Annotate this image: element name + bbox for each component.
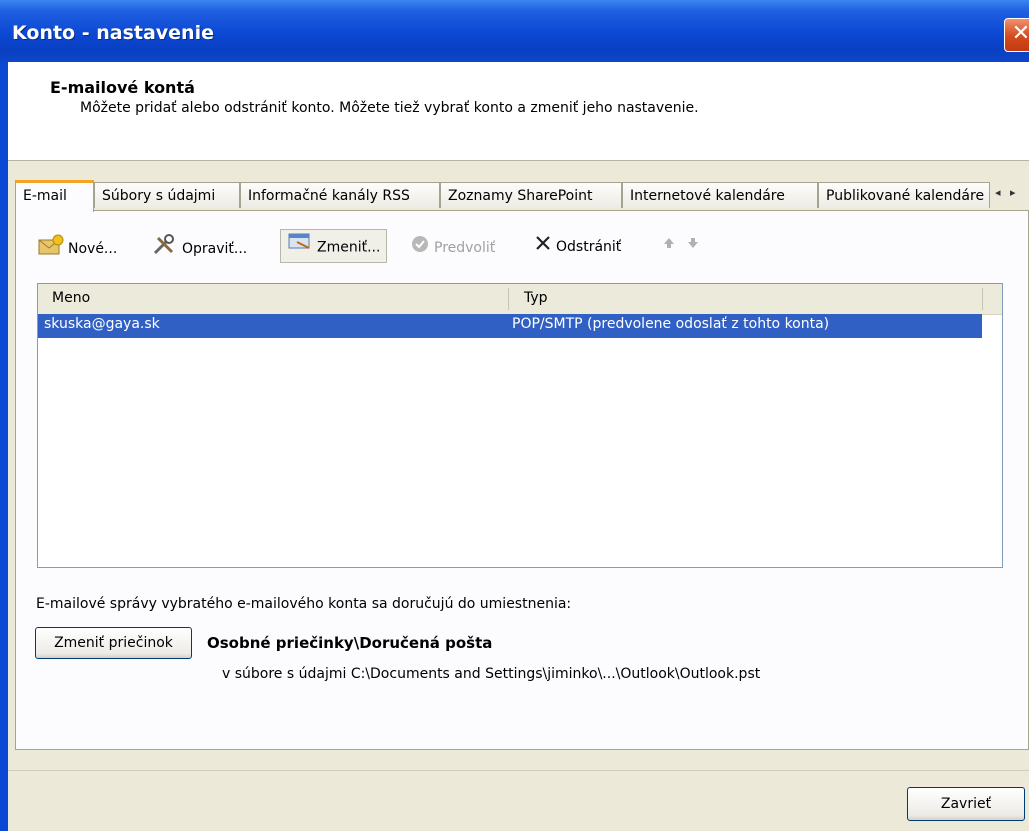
- remove-icon: [534, 234, 552, 260]
- tab-email[interactable]: E-mail: [15, 180, 94, 212]
- move-down-button[interactable]: [686, 234, 704, 258]
- list-header: Meno Typ: [38, 284, 1002, 315]
- footer-divider: [8, 770, 1029, 771]
- arrow-up-icon: [662, 234, 676, 258]
- new-account-button[interactable]: Nové...: [38, 234, 117, 258]
- new-account-icon: [38, 234, 64, 264]
- column-header-type[interactable]: Typ: [524, 290, 548, 306]
- change-icon: [287, 230, 313, 265]
- account-name-cell: skuska@gaya.sk: [44, 316, 160, 332]
- window-frame-left: [0, 62, 8, 831]
- accounts-toolbar: Nové... Opraviť... Zmeniť... Predvoliť O…: [24, 226, 1024, 266]
- check-icon: [410, 234, 430, 262]
- change-folder-button[interactable]: Zmeniť priečinok: [35, 627, 192, 659]
- data-file-path: v súbore s údajmi C:\Documents and Setti…: [222, 666, 761, 682]
- title-bar: Konto - nastavenie ✕: [0, 0, 1029, 62]
- change-account-button[interactable]: Zmeniť...: [280, 229, 388, 265]
- tab-strip: E-mail Súbory s údajmi Informačné kanály…: [15, 180, 1029, 212]
- move-up-button[interactable]: [662, 234, 680, 258]
- close-icon: ✕: [1011, 21, 1029, 46]
- header-description: Môžete pridať alebo odstrániť konto. Môž…: [80, 100, 699, 116]
- header-title: E-mailové kontá: [50, 78, 195, 97]
- arrow-down-icon: [686, 234, 700, 258]
- delivery-info-text: E-mailové správy vybratého e-mailového k…: [36, 596, 572, 612]
- delivery-folder-name: Osobné priečinky\Doručená pošta: [207, 634, 493, 652]
- repair-account-button[interactable]: Opraviť...: [152, 234, 247, 258]
- tab-rss-feeds[interactable]: Informačné kanály RSS: [240, 182, 440, 208]
- dialog-header: E-mailové kontá Môžete pridať alebo odst…: [8, 62, 1029, 161]
- close-window-button[interactable]: ✕: [1004, 18, 1029, 52]
- column-divider[interactable]: [508, 288, 509, 310]
- accounts-list[interactable]: Meno Typ skuska@gaya.sk POP/SMTP (predvo…: [37, 283, 1003, 568]
- tab-scroll-arrows[interactable]: ◂ ▸: [995, 186, 1019, 199]
- repair-icon: [152, 234, 178, 264]
- column-divider[interactable]: [982, 288, 983, 310]
- window-title: Konto - nastavenie: [12, 22, 214, 44]
- tab-published-calendars[interactable]: Publikované kalendáre: [818, 182, 990, 208]
- close-button[interactable]: Zavrieť: [907, 787, 1025, 821]
- set-default-button[interactable]: Predvoliť: [410, 234, 495, 258]
- column-header-name[interactable]: Meno: [52, 290, 90, 306]
- remove-account-button[interactable]: Odstrániť: [534, 234, 621, 258]
- tab-data-files[interactable]: Súbory s údajmi: [94, 182, 240, 208]
- tab-sharepoint-lists[interactable]: Zoznamy SharePoint: [440, 182, 622, 208]
- tab-internet-calendars[interactable]: Internetové kalendáre: [622, 182, 818, 208]
- table-row[interactable]: skuska@gaya.sk POP/SMTP (predvolene odos…: [38, 314, 982, 338]
- account-type-cell: POP/SMTP (predvolene odoslať z tohto kon…: [512, 316, 830, 332]
